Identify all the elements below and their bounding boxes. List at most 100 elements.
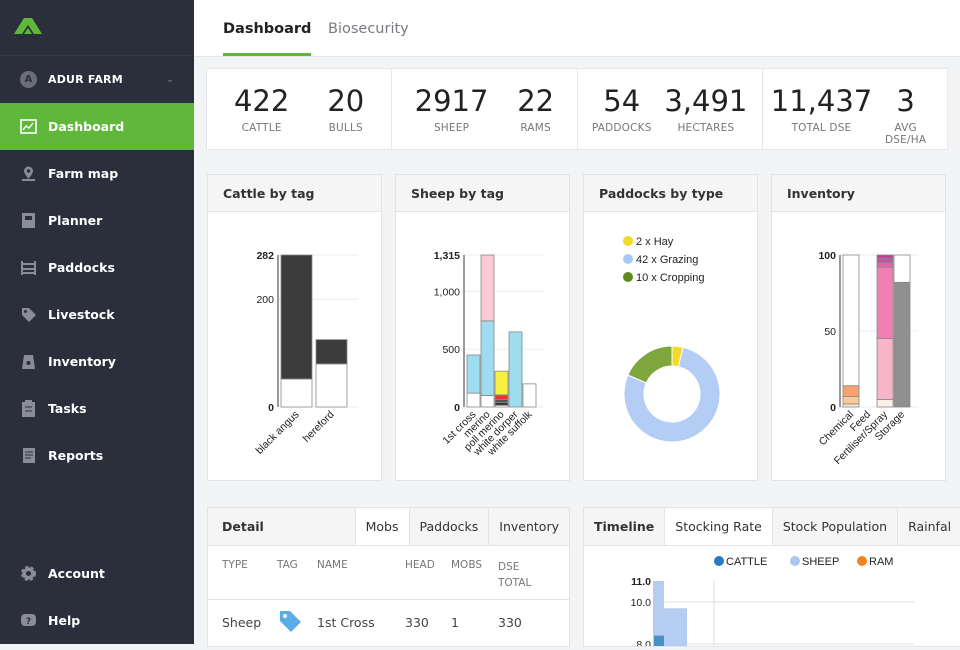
bar-segment[interactable] [494, 399, 509, 403]
farm-selector[interactable]: A ADUR FARM ⌄ [0, 56, 194, 103]
timeline-tabs: Timeline Stocking Rate Stock Population … [584, 508, 960, 546]
cattle-by-tag-chart: 0 200 282 black angushereford [254, 250, 358, 457]
stat-label: PADDOCKS [591, 122, 652, 134]
stocking-rate-chart: CATTLE SHEEP RAM 8.0 10.0 11.0 [631, 556, 914, 650]
bar-segment[interactable] [494, 394, 509, 400]
sidebar-item-inventory[interactable]: Inventory [0, 338, 194, 385]
bar-segment[interactable] [466, 354, 481, 394]
bar-segment[interactable] [842, 403, 860, 408]
tab-timeline[interactable]: Timeline [584, 508, 664, 545]
sidebar-nav: Dashboard Farm map Planner Paddocks Livestoc… [0, 103, 194, 479]
tab-inventory[interactable]: Inventory [488, 508, 569, 545]
card-title: Inventory [772, 175, 945, 212]
tab-paddocks[interactable]: Paddocks [408, 508, 489, 545]
sidebar-item-label: Dashboard [48, 119, 125, 134]
sidebar-item-reports[interactable]: Reports [0, 432, 194, 479]
stat-value: 11,437 [770, 84, 873, 118]
stat-label: RAMS [520, 122, 551, 134]
sheep-by-tag-chart: 05001,0001,3151st crossmerinopoll merino… [434, 250, 544, 459]
bar-segment[interactable] [315, 363, 348, 408]
bar-segment[interactable] [480, 254, 495, 322]
y-tick-label: 11.0 [631, 576, 651, 588]
detail-tabs: Detail Mobs Paddocks Inventory [208, 508, 569, 546]
help-icon: ? [20, 612, 37, 629]
sidebar-item-tasks[interactable]: Tasks [0, 385, 194, 432]
cell-head: 330 [405, 614, 429, 630]
stat-value: 422 [233, 84, 290, 118]
stat-cattle: 422 CATTLE [234, 69, 289, 149]
sidebar-item-account[interactable]: Account [0, 550, 194, 597]
bar-segment[interactable] [876, 257, 894, 264]
paddocks-by-type-chart: 2 x Hay 42 x Grazing 10 x Cropping [623, 236, 721, 443]
stat-avg-dse-ha: 3 AVG DSE/HA [872, 69, 939, 149]
fence-icon [20, 259, 37, 276]
x-tick-label: black angus [254, 409, 302, 457]
y-tick-label: 0 [268, 402, 274, 414]
pie-slice[interactable] [627, 345, 673, 384]
bar-segment[interactable] [876, 262, 894, 268]
bar-segment[interactable] [893, 254, 911, 283]
col-head: HEAD [405, 559, 435, 571]
cattle-by-tag-card: Cattle by tag 0 200 282 black angus hereford [207, 174, 382, 481]
bar-segment[interactable] [842, 395, 860, 405]
stat-value: 3 [896, 84, 915, 118]
sidebar-bottom-nav: Account ? Help [0, 550, 194, 644]
cell-dse-total: 330 [498, 614, 522, 630]
bar-segment[interactable] [876, 338, 894, 400]
bar-segment[interactable] [876, 254, 894, 259]
bar-segment[interactable] [876, 398, 894, 408]
stat-label: HECTARES [677, 122, 735, 134]
bar-segment[interactable] [480, 320, 495, 396]
farm-avatar: A [20, 71, 37, 88]
tab-mobs[interactable]: Mobs [354, 508, 409, 545]
y-tick-label: 8.0 [636, 639, 651, 646]
clipboard-icon [20, 400, 37, 417]
bar-segment[interactable] [315, 339, 348, 365]
tab-dashboard[interactable]: Dashboard [223, 0, 312, 57]
stat-value: 3,491 [664, 84, 748, 118]
bar-segment[interactable] [508, 331, 523, 408]
summary-stats: 422 CATTLE 20 BULLS 2917 SHEEP 22 RAMS 54 PADDOCK… [206, 68, 948, 150]
bar-segment[interactable] [280, 254, 313, 380]
sidebar-item-farm-map[interactable]: Farm map [0, 150, 194, 197]
table-row[interactable]: Sheep 1st Cross 330 1 330 [208, 600, 569, 644]
livestock-tag-icon [20, 306, 37, 323]
tab-stocking-rate[interactable]: Stocking Rate [664, 508, 772, 545]
bar-segment[interactable] [876, 266, 894, 340]
sidebar-item-dashboard[interactable]: Dashboard [0, 103, 194, 150]
bar-segment[interactable] [842, 385, 860, 397]
bar-segment[interactable] [494, 401, 509, 406]
bar-segment[interactable] [280, 378, 313, 408]
stat-total-dse: 11,437 TOTAL DSE [771, 69, 872, 149]
tab-rainfall[interactable]: Rainfal [897, 508, 960, 545]
sidebar-item-planner[interactable]: Planner [0, 197, 194, 244]
stat-label: SHEEP [433, 122, 470, 134]
sidebar-item-label: Livestock [48, 307, 115, 322]
stat-value: 54 [603, 84, 641, 118]
bar-segment[interactable] [842, 254, 860, 387]
report-icon [20, 447, 37, 464]
sidebar-item-label: Farm map [48, 166, 119, 181]
y-tick-label: 1,000 [434, 286, 460, 298]
tab-biosecurity[interactable]: Biosecurity [328, 0, 409, 57]
bar-segment[interactable] [893, 281, 911, 408]
sidebar-item-livestock[interactable]: Livestock [0, 291, 194, 338]
sidebar-item-paddocks[interactable]: Paddocks [0, 244, 194, 291]
detail-card: Detail Mobs Paddocks Inventory TYPE TAG … [207, 507, 570, 647]
sidebar-item-help[interactable]: ? Help [0, 597, 194, 644]
stat-group: 2917 SHEEP 22 RAMS [392, 69, 578, 149]
sidebar-item-label: Tasks [48, 401, 87, 416]
bar-segment[interactable] [494, 370, 509, 396]
sidebar-item-label: Account [48, 566, 105, 581]
gear-icon [20, 565, 37, 582]
bar-segment[interactable] [466, 392, 481, 408]
stat-label: AVG DSE/HA [885, 122, 927, 146]
bar-segment[interactable] [480, 395, 495, 408]
bar-segment[interactable] [522, 383, 537, 408]
card-title: Paddocks by type [584, 175, 757, 212]
sidebar-item-label: Planner [48, 213, 103, 228]
col-mobs: MOBS [451, 559, 483, 571]
tab-stock-population[interactable]: Stock Population [771, 508, 897, 545]
logo[interactable] [0, 0, 194, 56]
planner-icon [20, 212, 37, 229]
